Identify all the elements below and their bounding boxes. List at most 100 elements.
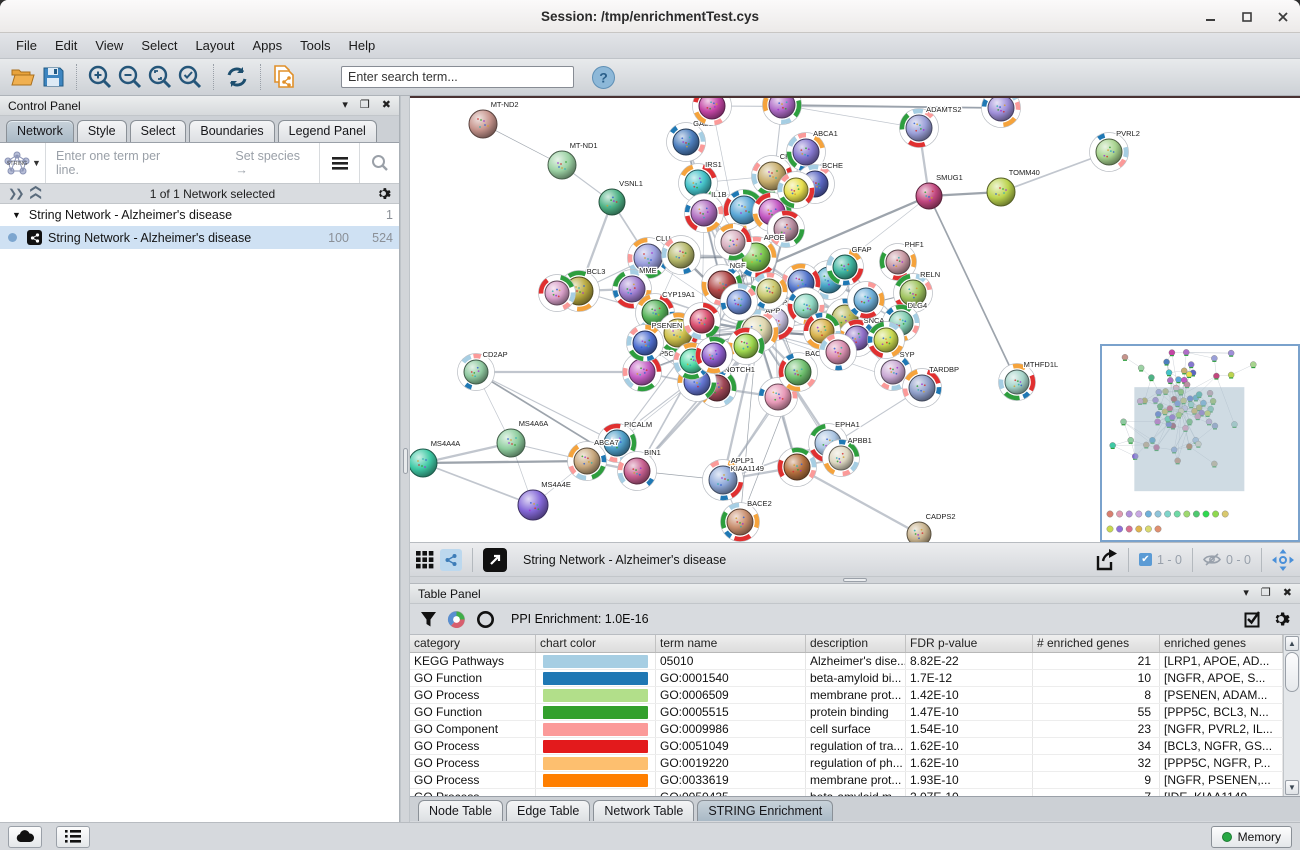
network-node[interactable] xyxy=(868,322,905,359)
expand-all-icon[interactable]: ❯❯ xyxy=(29,186,42,200)
save-session-button[interactable] xyxy=(38,62,68,92)
export-network-icon[interactable] xyxy=(1094,548,1118,572)
zoom-selected-button[interactable] xyxy=(175,62,205,92)
column-header-term-name[interactable]: term name xyxy=(656,635,806,652)
panel-close-icon[interactable]: ✖ xyxy=(382,100,391,111)
network-node[interactable] xyxy=(684,303,721,340)
tab-select[interactable]: Select xyxy=(130,120,187,142)
string-search-button[interactable] xyxy=(359,143,399,183)
network-node[interactable] xyxy=(763,96,802,125)
network-edge[interactable] xyxy=(423,461,587,463)
table-row[interactable]: GO FunctionGO:0005515protein binding1.47… xyxy=(410,704,1300,721)
network-node[interactable] xyxy=(539,275,576,312)
scroll-down-icon[interactable]: ▼ xyxy=(1285,780,1299,795)
network-node[interactable] xyxy=(662,236,701,275)
share-network-icon[interactable] xyxy=(440,549,462,571)
network-node[interactable]: CADPS2 xyxy=(907,512,956,542)
table-row[interactable]: GO ProcessGO:0051049regulation of tra...… xyxy=(410,738,1300,755)
column-header-chart-color[interactable]: chart color xyxy=(536,635,656,652)
network-collection-row[interactable]: ▼ String Network - Alzheimer's disease 1 xyxy=(0,204,399,226)
table-row[interactable]: GO ProcessGO:0050435beta-amyloid m...2.0… xyxy=(410,789,1300,796)
zoom-out-button[interactable] xyxy=(115,62,145,92)
network-node[interactable]: SMUG1 xyxy=(916,173,963,209)
menu-item-tools[interactable]: Tools xyxy=(292,35,338,56)
splitter-handle[interactable] xyxy=(843,578,867,582)
cloud-button[interactable] xyxy=(8,826,42,848)
table-row[interactable]: GO ProcessGO:0019220regulation of ph...1… xyxy=(410,755,1300,772)
menu-item-apps[interactable]: Apps xyxy=(245,35,291,56)
tab-node-table[interactable]: Node Table xyxy=(418,800,503,821)
network-node[interactable]: MS4A4A xyxy=(410,439,460,477)
copy-network-button[interactable] xyxy=(269,62,299,92)
navigator-icon[interactable] xyxy=(1272,549,1294,571)
network-node[interactable]: VSNL1 xyxy=(599,179,643,215)
network-node[interactable] xyxy=(778,448,817,487)
network-node[interactable] xyxy=(820,334,857,371)
network-node[interactable] xyxy=(721,284,758,321)
filter-icon[interactable] xyxy=(420,611,437,628)
select-columns-icon[interactable] xyxy=(1244,610,1262,628)
menu-item-layout[interactable]: Layout xyxy=(187,35,242,56)
table-row[interactable]: GO FunctionGO:0001540beta-amyloid bi...1… xyxy=(410,670,1300,687)
network-node[interactable]: BACE2 xyxy=(721,499,772,542)
network-node[interactable] xyxy=(715,224,752,261)
network-node[interactable] xyxy=(848,282,885,319)
tab-network[interactable]: Network xyxy=(6,120,74,142)
network-node[interactable]: TOMM40 xyxy=(987,168,1040,206)
task-list-button[interactable] xyxy=(56,826,90,848)
network-canvas[interactable]: MT-ND2MT-ND1VSNL1GAB2IRS1CHATABCA1BCHEIL… xyxy=(410,96,1300,542)
column-header--enriched-genes[interactable]: # enriched genes xyxy=(1033,635,1160,652)
string-options-button[interactable] xyxy=(319,143,359,183)
maximize-button[interactable] xyxy=(1240,10,1254,24)
network-node[interactable] xyxy=(696,337,733,374)
network-node[interactable]: MT-ND1 xyxy=(548,141,598,179)
gear-icon[interactable] xyxy=(376,186,391,201)
open-session-button[interactable] xyxy=(8,62,38,92)
menu-item-select[interactable]: Select xyxy=(133,35,185,56)
collapse-all-icon[interactable]: ❯❯ xyxy=(8,187,22,200)
network-node[interactable]: MT-ND2 xyxy=(469,100,519,138)
network-row-selected[interactable]: String Network - Alzheimer's disease 100… xyxy=(0,226,399,249)
network-node[interactable]: GAB2 xyxy=(667,119,714,162)
chart-donut-icon[interactable] xyxy=(447,610,466,629)
minimize-button[interactable] xyxy=(1204,10,1218,24)
ring-icon[interactable] xyxy=(476,610,495,629)
string-logo-dropdown[interactable]: STRING ▼ xyxy=(0,143,46,183)
splitter-handle[interactable] xyxy=(403,448,408,474)
network-node[interactable] xyxy=(778,172,815,209)
column-header-FDR-p-value[interactable]: FDR p-value xyxy=(906,635,1033,652)
menu-item-help[interactable]: Help xyxy=(341,35,384,56)
table-scrollbar[interactable]: ▲ ▼ xyxy=(1283,635,1300,796)
table-row[interactable]: GO ComponentGO:0009986cell surface1.54E-… xyxy=(410,721,1300,738)
tab-edge-table[interactable]: Edge Table xyxy=(506,800,590,821)
refresh-layout-button[interactable] xyxy=(222,62,252,92)
menu-item-edit[interactable]: Edit xyxy=(47,35,85,56)
zoom-fit-button[interactable] xyxy=(145,62,175,92)
birdseye-viewport[interactable] xyxy=(1134,387,1244,491)
panel-float-icon[interactable]: ❐ xyxy=(360,100,370,111)
panel-menu-icon[interactable]: ▾ xyxy=(342,100,348,111)
detach-view-icon[interactable] xyxy=(483,548,507,572)
birdseye-view[interactable] xyxy=(1100,344,1300,542)
close-button[interactable] xyxy=(1276,10,1290,24)
help-button[interactable]: ? xyxy=(588,62,618,92)
panel-close-icon[interactable]: ✖ xyxy=(1283,588,1292,599)
column-header-enriched-genes[interactable]: enriched genes xyxy=(1160,635,1283,652)
network-node[interactable] xyxy=(728,328,765,365)
menu-item-file[interactable]: File xyxy=(8,35,45,56)
network-node[interactable]: APLP1KIAA1149 xyxy=(703,456,764,501)
network-edge[interactable] xyxy=(476,372,617,443)
network-node[interactable] xyxy=(982,96,1021,128)
tab-network-table[interactable]: Network Table xyxy=(593,800,694,821)
network-edge[interactable] xyxy=(797,467,919,534)
tab-string-enrichment[interactable]: STRING Enrichment xyxy=(697,800,833,821)
menu-item-view[interactable]: View xyxy=(87,35,131,56)
grid-view-icon[interactable] xyxy=(416,551,434,569)
search-input[interactable] xyxy=(341,66,574,88)
horizontal-splitter[interactable] xyxy=(410,576,1300,584)
table-row[interactable]: GO ProcessGO:0033619membrane prot...1.93… xyxy=(410,772,1300,789)
panel-menu-icon[interactable]: ▾ xyxy=(1243,588,1249,599)
table-row[interactable]: GO ProcessGO:0006509membrane prot...1.42… xyxy=(410,687,1300,704)
string-term-input[interactable]: Enter one term per line. Set species → xyxy=(46,149,319,177)
column-header-category[interactable]: category xyxy=(410,635,536,652)
